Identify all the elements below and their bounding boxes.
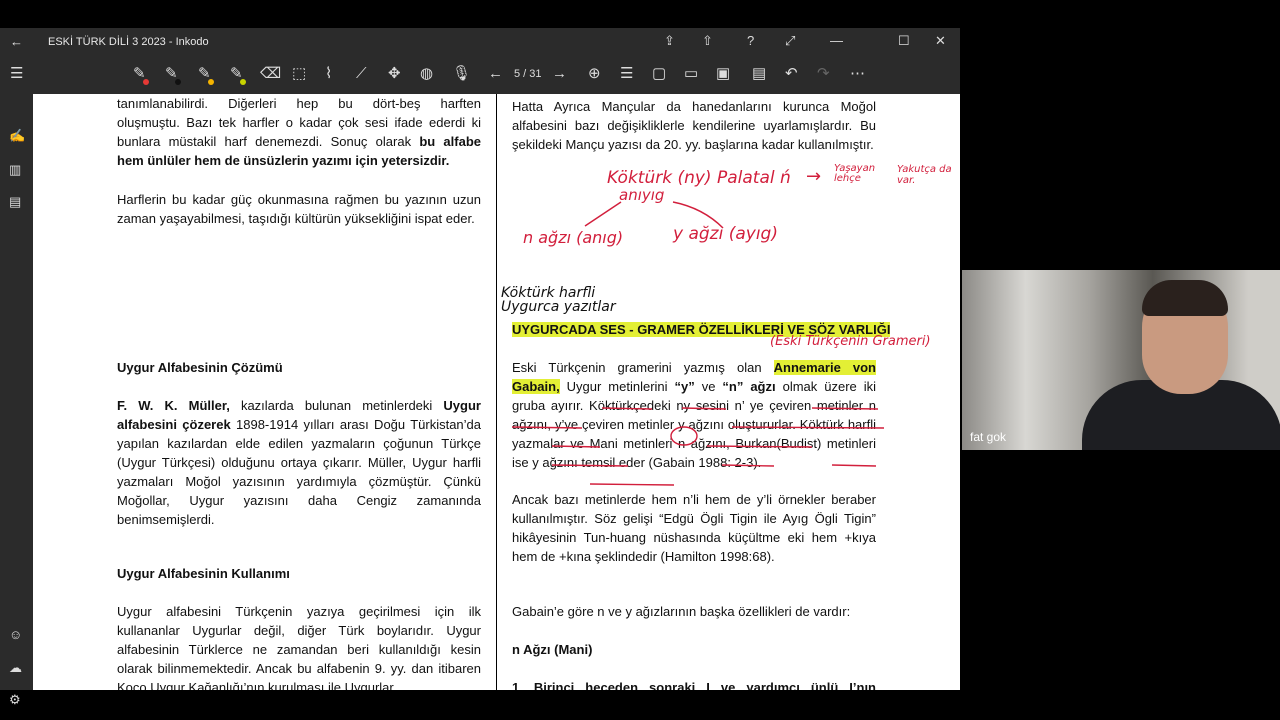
annotation-yakutca: Yakutça da var. [897, 164, 952, 186]
account-icon[interactable]: ☺ [9, 627, 22, 642]
fullscreen-icon[interactable]: ⤢ [785, 33, 795, 49]
annotation-n-agzi: n ağzı (anıg) [523, 228, 624, 247]
left-para2: Harflerin bu kadar güç okunmasına rağmen… [117, 192, 481, 226]
left-heading1: Uygur Alfabesinin Çözümü [117, 360, 283, 375]
left-para1-bold3: bu alfabe [419, 134, 481, 149]
right-para4: Gabain’e göre n ve y ağızlarının başka ö… [512, 604, 851, 619]
window-title: ESKİ TÜRK DİLİ 3 2023 - Inkodo [48, 36, 209, 48]
left-para1-bold4: hem ünlüler hem de ünsüzlerin yazımı içi… [117, 153, 450, 168]
column-divider [496, 94, 497, 690]
annotation-yasayan-lehce: Yaşayan lehçe [834, 163, 876, 184]
annotation-y-agzi: y ağzı (ayıg) [673, 224, 778, 244]
cloud-icon[interactable]: ☁ [9, 660, 22, 676]
right-para2-a: Eski Türkçenin gramerini yazmış olan [512, 360, 774, 375]
lime-color-dot [240, 79, 246, 85]
left-heading2: Uygur Alfabesinin Kullanımı [117, 566, 290, 581]
left-para3-bold: F. W. K. Müller, [117, 398, 230, 413]
right-para2-ve: ve [694, 379, 723, 394]
attach-icon[interactable]: ⌇ [325, 65, 332, 83]
share-icon[interactable]: ⇪ [664, 33, 675, 49]
annotation-black-notes: Köktürk harfli Uygurca yazıtlar [501, 286, 701, 314]
maximize-icon[interactable]: ☐ [898, 33, 910, 49]
prev-page-icon[interactable]: ← [488, 65, 503, 83]
left-para3-a: kazılarda bulunan metinlerdeki [229, 398, 444, 413]
right-heading2: n Ağzı (Mani) [512, 642, 593, 657]
next-page-icon[interactable]: → [552, 65, 567, 83]
annotation-arrow: → [806, 166, 822, 187]
pen-mode-icon[interactable]: ✍ [9, 128, 25, 144]
annotation-eski-turkcenin-grameri: (Eski Türkçenin Grameri) [770, 334, 931, 349]
black-color-dot [175, 79, 181, 85]
open-folder-icon[interactable]: ▭ [684, 65, 698, 83]
back-arrow-icon[interactable]: ← [10, 34, 23, 49]
left-para1-line1: tanımlanabilirdi. Diğerleri hep bu dört-… [117, 96, 481, 111]
left-para1-line3: bunlara müstakil harf denemezdi. Sonuç o… [117, 134, 420, 149]
slides-icon[interactable]: ▤ [9, 194, 21, 210]
toolbar: ☰ ✎ ✎ ✎ ✎ ⌫ ⬚ ⌇ ⟋ ✥ ◍ 🎙 ← 5 / 31 → ⊕ ☰ ▢… [0, 56, 960, 94]
webcam-feed: fat gok [962, 270, 1280, 450]
red-color-dot [143, 79, 149, 85]
annotation-black-line1: Köktürk harfli [501, 285, 596, 301]
palette-icon[interactable]: ◍ [420, 65, 433, 83]
webcam-person-hair [1142, 280, 1228, 316]
left-para3: F. W. K. Müller, kazılarda bulunan metin… [117, 396, 481, 529]
right-para2-b: Uygur metinlerini [559, 379, 675, 394]
save-icon[interactable]: ▣ [716, 65, 730, 83]
eraser-icon[interactable]: ⌫ [260, 65, 281, 83]
ruler-icon[interactable]: ⟋ [356, 65, 367, 83]
right-para5: 1. Birinci heceden sonraki I ve yardımcı… [512, 680, 876, 690]
right-para2-n: “n” ağzı [722, 379, 776, 394]
clipboard-icon[interactable]: ▤ [752, 65, 766, 83]
title-bar: ← ESKİ TÜRK DİLİ 3 2023 - Inkodo ⇪ ⇧ ? ⤢… [0, 28, 960, 56]
annotation-koktürk-palatal: Köktürk (ny) Palatal ń [607, 168, 791, 188]
select-icon[interactable]: ⬚ [292, 65, 306, 83]
microphone-icon[interactable]: 🎙 [452, 65, 471, 83]
right-para1: Hatta Ayrıca Mançular da hanedanlarını k… [512, 99, 876, 152]
settings-gear-icon[interactable]: ⚙ [9, 692, 21, 708]
app-window: ← ESKİ TÜRK DİLİ 3 2023 - Inkodo ⇪ ⇧ ? ⤢… [0, 28, 960, 707]
library-icon[interactable]: ▥ [9, 162, 21, 178]
adjust-icon[interactable]: ☰ [620, 65, 633, 83]
export-icon[interactable]: ⇧ [702, 33, 713, 49]
document-page[interactable]: tanımlanabilirdi. Diğerleri hep bu dört-… [33, 94, 960, 690]
more-icon[interactable]: ⋯ [850, 65, 865, 83]
left-para4: Uygur alfabesini Türkçenin yazıya geçiri… [117, 604, 481, 690]
page-indicator: 5 / 31 [514, 68, 542, 80]
left-rail: ✍ ▥ ▤ ☺ ☁ ⚙ [0, 94, 33, 707]
redo-icon[interactable]: ↷ [817, 65, 830, 83]
left-para1-line2: oluşmuştu. Bazı tek harfler o kadar çok … [117, 115, 481, 130]
move-icon[interactable]: ✥ [388, 65, 401, 83]
right-para2-y: “y” [674, 379, 695, 394]
annotation-underlines [512, 407, 885, 486]
zoom-icon[interactable]: ⊕ [588, 65, 601, 83]
menu-icon[interactable]: ☰ [10, 65, 23, 83]
left-para3-b: 1898-1914 yılları arası Doğu Türkistan’d… [117, 417, 482, 527]
close-icon[interactable]: ✕ [935, 33, 946, 49]
webcam-name-label: fat gok [970, 430, 1007, 444]
new-page-icon[interactable]: ▢ [652, 65, 666, 83]
minimize-icon[interactable]: — [830, 33, 843, 48]
right-para3: Ancak bazı metinlerde hem n’li hem de y’… [512, 492, 876, 564]
yellow-color-dot [208, 79, 214, 85]
undo-icon[interactable]: ↶ [785, 65, 798, 83]
left-para1: tanımlanabilirdi. Diğerleri hep bu dört-… [117, 94, 481, 170]
annotation-black-line2: Uygurca yazıtlar [501, 299, 616, 315]
help-icon[interactable]: ? [747, 33, 754, 48]
